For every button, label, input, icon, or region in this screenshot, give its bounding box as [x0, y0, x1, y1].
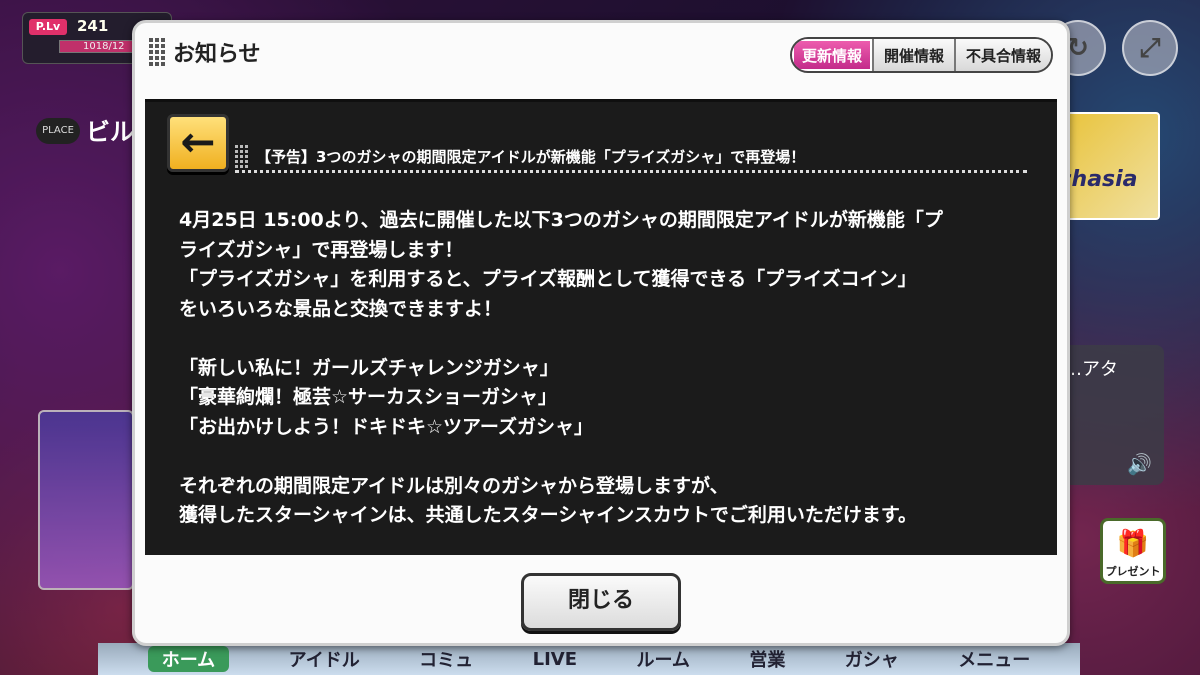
nav-work[interactable]: 営業	[749, 646, 785, 672]
body-line: それぞれの期間限定アイドルは別々のガシャから登場しますが、	[179, 474, 729, 497]
nav-room[interactable]: ルーム	[636, 646, 689, 672]
nav-home[interactable]: ホーム	[147, 646, 230, 672]
close-button[interactable]: 閉じる	[521, 573, 681, 631]
nav-idol[interactable]: アイドル	[289, 646, 360, 672]
body-line: 「豪華絢爛！極芸☆サーカスショーガシャ」	[179, 386, 558, 408]
present-label: プレゼント	[1105, 565, 1161, 578]
body-line: ​	[179, 442, 1037, 472]
arrow-left-icon: ←	[180, 117, 216, 166]
grip-dots-icon	[235, 145, 248, 168]
nav-gacha[interactable]: ガシャ	[845, 646, 899, 672]
news-tabs: 更新情報 開催情報 不具合情報	[789, 37, 1053, 73]
nav-commu[interactable]: コミュ	[419, 646, 473, 672]
dialog-title: お知らせ	[173, 42, 261, 67]
news-headline: 【予告】3つのガシャの期間限定アイドルが新機能「プライズガシャ」で再登場！	[256, 148, 806, 166]
body-line: 獲得したスターシャインは、共通したスターシャインスカウトでご利用いただけます。	[179, 504, 917, 526]
present-button[interactable]: 🎁 プレゼント	[1100, 518, 1166, 584]
news-dialog: お知らせ 更新情報 開催情報 不具合情報 ← 【予告】3つのガシャの期間限定アイ…	[132, 20, 1070, 646]
nav-live[interactable]: LIVE	[533, 649, 577, 670]
tab-events[interactable]: 開催情報	[871, 39, 954, 71]
body-line: 「プライズガシャ」を利用すると、プライズ報酬として獲得できる「プライズコイン」	[179, 268, 917, 290]
left-banner-panel[interactable]	[38, 410, 134, 590]
body-line: 「新しい私に！ガールズチャレンジガシャ」	[179, 356, 559, 379]
body-line: 4月25日 15:00より、過去に開催した以下3つのガシャの期間限定アイドルが新…	[179, 209, 943, 231]
body-line: ライズガシャ」で再登場します！	[179, 238, 464, 261]
gift-icon: 🎁	[1116, 529, 1150, 559]
place-value: ビル	[86, 118, 134, 146]
nav-menu[interactable]: メニュー	[958, 646, 1030, 672]
news-content-panel[interactable]: ← 【予告】3つのガシャの期間限定アイドルが新機能「プライズガシャ」で再登場！ …	[145, 99, 1057, 555]
body-line: をいろいろな景品と交換できますよ！	[179, 297, 503, 320]
place-label: PLACE	[36, 118, 80, 144]
plv-value: 241	[77, 17, 109, 35]
speaker-icon[interactable]: 🔊	[1127, 452, 1152, 476]
expand-arrows-icon[interactable]: ⤢	[1122, 20, 1178, 76]
tab-updates[interactable]: 更新情報	[791, 39, 872, 71]
body-line: 「お出かけしよう！ドキドキ☆ツアーズガシャ」	[179, 415, 593, 438]
dialog-footer: 閉じる	[135, 555, 1067, 643]
dialog-header: お知らせ	[149, 35, 261, 69]
news-body: 4月25日 15:00より、過去に開催した以下3つのガシャの期間限定アイドルが新…	[179, 206, 1037, 531]
headline-row: 【予告】3つのガシャの期間限定アイドルが新機能「プライズガシャ」で再登場！	[235, 145, 1027, 173]
grip-dots-icon	[149, 38, 165, 66]
body-line: ​	[179, 324, 1037, 354]
back-button[interactable]: ←	[167, 114, 229, 172]
plv-exp-text: 1018/12	[83, 41, 125, 52]
tab-bugs[interactable]: 不具合情報	[953, 39, 1051, 71]
bottom-navigation: ホーム アイドル コミュ LIVE ルーム 営業 ガシャ メニュー	[98, 643, 1080, 675]
plv-badge: P.Lv	[29, 19, 67, 35]
